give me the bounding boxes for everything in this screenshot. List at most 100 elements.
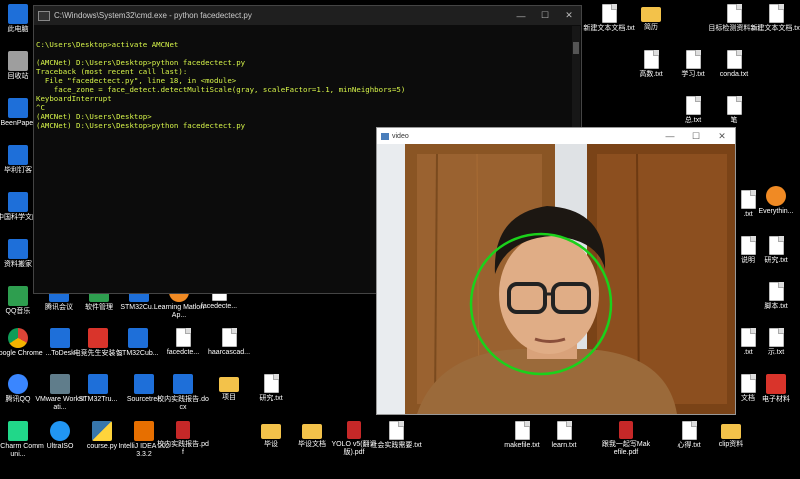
console-titlebar[interactable]: C:\Windows\System32\cmd.exe - python fac… xyxy=(34,6,581,25)
maximize-button[interactable]: ☐ xyxy=(683,131,709,142)
console-line: face_zone = face_detect.detectMultiScale… xyxy=(36,85,406,94)
pycharm-icon xyxy=(8,421,28,441)
desktop-icon[interactable]: 校内实践报告.docx xyxy=(157,374,209,412)
desktop-icon-label: 校内实践报告.pdf xyxy=(157,441,209,456)
todesk-icon xyxy=(50,328,70,348)
desktop-icon-label: 脚本.txt xyxy=(764,303,788,310)
file-icon xyxy=(726,50,742,69)
desktop-icon-label: STM32Tru... xyxy=(78,396,118,403)
webcam-image xyxy=(377,144,735,414)
desktop-icon[interactable]: 电子材料 xyxy=(750,374,800,404)
console-line: KeyboardInterrupt xyxy=(36,94,112,103)
desktop-icon[interactable]: 笔 xyxy=(708,96,760,125)
pdf-icon xyxy=(176,421,190,439)
file-icon xyxy=(601,4,617,23)
desktop-icon-label: learn.txt xyxy=(551,442,577,449)
intellij-icon xyxy=(134,421,154,441)
beenpaper-icon xyxy=(8,98,28,118)
file-icon xyxy=(514,421,530,440)
video-titlebar[interactable]: video — ☐ ✕ xyxy=(377,128,735,144)
desktop-icon-label: 社会实践需要.txt xyxy=(370,442,422,449)
sourcetree-icon xyxy=(134,374,154,394)
desktop-icon[interactable]: clip资料 xyxy=(705,421,757,449)
file-icon xyxy=(681,421,697,440)
qq-music-icon xyxy=(8,286,28,306)
console-line: File "facedectect.py", line 18, in <modu… xyxy=(36,76,237,85)
folder-icon xyxy=(721,424,741,439)
desktop-icon-label: haarcascad... xyxy=(207,349,251,356)
close-button[interactable]: ✕ xyxy=(557,10,581,21)
file-icon xyxy=(768,4,784,23)
desktop-icon-label: 研究.txt xyxy=(764,257,788,264)
minimize-button[interactable]: — xyxy=(509,11,533,21)
desktop-icon-label: Everythin... xyxy=(758,208,794,215)
desktop-icon[interactable]: 示.txt xyxy=(750,328,800,357)
desktop-icon[interactable]: 脚本.txt xyxy=(750,282,800,311)
console-line: Traceback (most recent call last): xyxy=(36,67,188,76)
recycle-bin-icon xyxy=(8,51,28,71)
minimize-button[interactable]: — xyxy=(657,131,683,141)
desktop-icon[interactable]: 校内实践报告.pdf xyxy=(157,421,209,457)
desktop-icon[interactable]: haarcascad... xyxy=(203,328,255,357)
file-icon xyxy=(768,328,784,347)
desktop-icon[interactable]: 研究.txt xyxy=(750,236,800,265)
folder-icon xyxy=(219,377,239,392)
pdf-icon xyxy=(347,421,361,439)
file-icon xyxy=(685,50,701,69)
computer-icon xyxy=(8,4,28,24)
pdf-icon xyxy=(619,421,633,439)
file-icon xyxy=(263,374,279,393)
file-icon xyxy=(726,96,742,115)
file-icon xyxy=(556,421,572,440)
desktop-icon-label: 研究.txt xyxy=(259,395,283,402)
desktop-icon-label: conda.txt xyxy=(719,71,749,78)
file-icon xyxy=(643,50,659,69)
file-icon xyxy=(388,421,404,440)
desktop-icon-label: facedcte... xyxy=(166,349,200,356)
desktop-icon-label: facedecte... xyxy=(200,303,238,310)
desktop-icon-label: 跟我一起写Makefile.pdf xyxy=(601,441,651,456)
desktop-icon[interactable]: facedcte... xyxy=(157,328,209,357)
desktop-icon[interactable]: learn.txt xyxy=(538,421,590,450)
ultraiso-icon xyxy=(50,421,70,441)
desktop-icon[interactable]: 社会实践需要.txt xyxy=(370,421,422,450)
desktop-icon[interactable]: 简历 xyxy=(625,4,677,32)
desktop-icon[interactable]: 新建文本文档.txt xyxy=(750,4,800,33)
terminal-icon xyxy=(38,10,50,21)
video-window[interactable]: video — ☐ ✕ xyxy=(376,127,736,415)
maximize-button[interactable]: ☐ xyxy=(533,10,557,21)
desktop-icon[interactable]: Everythin... xyxy=(750,186,800,216)
word-icon xyxy=(173,374,193,394)
app-icon xyxy=(88,374,108,394)
chrome-icon xyxy=(8,328,28,348)
app-icon xyxy=(88,328,108,348)
console-line: ^C xyxy=(36,103,45,112)
folder-icon xyxy=(261,424,281,439)
desktop-icon-label: 电子材料 xyxy=(762,396,790,403)
file-icon xyxy=(768,282,784,301)
desktop-icon[interactable]: 研究.txt xyxy=(245,374,297,403)
desktop-icon-label: 简历 xyxy=(644,24,658,31)
desktop-icon-label: 笔 xyxy=(730,117,738,124)
desktop-icon[interactable]: conda.txt xyxy=(708,50,760,79)
video-title: video xyxy=(392,132,409,140)
close-button[interactable]: ✕ xyxy=(709,131,735,142)
desktop-icon[interactable]: 跟我一起写Makefile.pdf xyxy=(600,421,652,457)
desktop-icon-label: 示.txt xyxy=(767,349,785,356)
book-icon xyxy=(766,374,786,394)
file-icon xyxy=(685,96,701,115)
console-line: (AMCNet) D:\Users\Desktop> xyxy=(36,112,152,121)
folder-icon xyxy=(302,424,322,439)
desktop-icon[interactable]: STM32Tru... xyxy=(72,374,124,404)
cnki-icon xyxy=(8,192,28,212)
scroll-thumb[interactable] xyxy=(573,42,579,54)
file-icon xyxy=(175,328,191,347)
console-title: C:\Windows\System32\cmd.exe - python fac… xyxy=(54,11,252,20)
camera-frame xyxy=(377,144,735,414)
console-line: C:\Users\Desktop>activate AMCNet xyxy=(36,40,179,49)
vmware-icon xyxy=(50,374,70,394)
qq-icon xyxy=(8,374,28,394)
app-icon xyxy=(8,239,28,259)
